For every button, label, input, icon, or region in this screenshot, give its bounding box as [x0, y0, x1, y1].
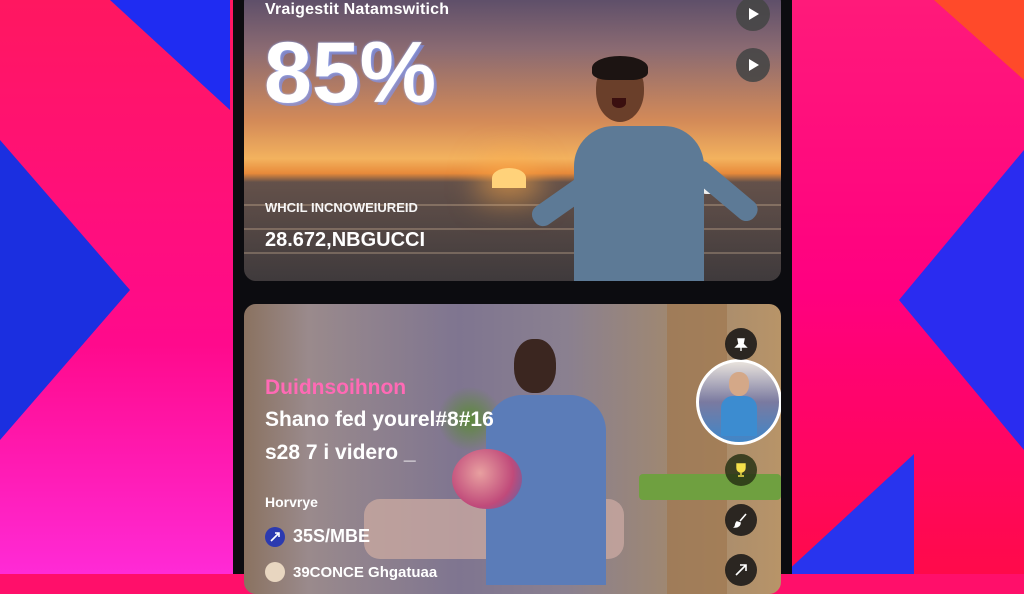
big-percentage: 85%	[264, 25, 437, 121]
play-icon	[749, 8, 759, 20]
stat-row[interactable]: 35S/MBE	[265, 526, 370, 547]
trophy-icon	[736, 463, 746, 477]
room-table	[639, 474, 781, 500]
video-card-top[interactable]: Vraigestit Natamswitich 85% WHCIL INCNOW…	[244, 0, 781, 281]
video-subject	[452, 339, 656, 594]
video-caption: WHCIL INCNOWEIUREID	[265, 200, 418, 215]
share-button[interactable]	[725, 554, 757, 586]
avatar-body	[721, 396, 757, 436]
video-subject	[528, 56, 764, 281]
play-button[interactable]	[736, 48, 770, 82]
sunset-sun	[492, 168, 526, 188]
video-card-bottom[interactable]: Duidnsoihnon Shano fed yourel#8#16 s28 7…	[244, 304, 781, 594]
stat-value: 35S/MBE	[293, 526, 371, 546]
pin-icon	[734, 338, 748, 351]
pin-button[interactable]	[725, 328, 757, 360]
stat-row[interactable]: 39CONCE Ghgatuaa	[265, 562, 437, 582]
creator-avatar[interactable]	[696, 359, 781, 445]
video-description-line: s28 7 i videro _	[265, 441, 416, 464]
avatar-head	[729, 372, 749, 396]
background-triangle	[784, 454, 914, 574]
brush-icon	[733, 513, 747, 528]
share-icon	[735, 564, 747, 576]
stat-value: 39CONCE Ghgatuaa	[293, 563, 438, 581]
plush-toy	[452, 449, 522, 509]
room-door	[667, 304, 727, 594]
video-feed[interactable]: Vraigestit Natamswitich 85% WHCIL INCNOW…	[233, 0, 792, 594]
subject-mouth	[612, 98, 626, 108]
avatar-icon	[265, 562, 285, 582]
trophy-button[interactable]	[725, 454, 757, 486]
background-triangle	[934, 0, 1024, 80]
background-triangle	[0, 140, 130, 440]
video-description-line: Shano fed yourel#8#16	[265, 408, 494, 431]
video-title: Vraigestit Natamswitich	[265, 1, 450, 18]
play-icon	[749, 59, 759, 71]
video-meta: 28.672,NBGUCCI	[265, 229, 426, 251]
share-icon	[265, 526, 285, 547]
subject-head	[514, 339, 556, 393]
background-triangle	[899, 150, 1024, 450]
brush-button[interactable]	[725, 504, 757, 536]
subject-hair	[592, 56, 648, 80]
section-label: Horvrye	[265, 494, 318, 510]
play-button[interactable]	[736, 0, 770, 31]
background-triangle	[110, 0, 230, 110]
channel-name[interactable]: Duidnsoihnon	[265, 376, 406, 400]
subject-body	[574, 126, 704, 281]
